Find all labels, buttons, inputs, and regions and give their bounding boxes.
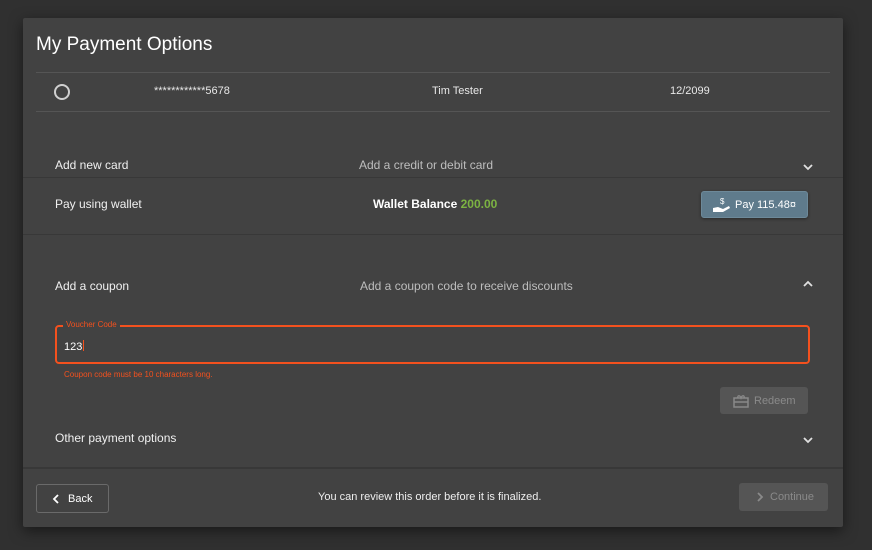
redeem-button[interactable]: Redeem	[720, 387, 808, 414]
card-holder: Tim Tester	[432, 85, 483, 97]
redeem-button-label: Redeem	[754, 394, 796, 407]
pay-with-wallet-button[interactable]: $ Pay 115.48¤	[701, 191, 808, 218]
coupon-label: Add a coupon	[55, 279, 130, 293]
add-new-card-description: Add a credit or debit card	[359, 158, 494, 172]
card-number: ************5678	[154, 85, 230, 97]
chevron-up-icon[interactable]	[801, 277, 815, 291]
coupon-description: Add a coupon code to receive discounts	[360, 279, 573, 293]
payment-options-dialog: My Payment Options ************5678 Tim …	[23, 18, 843, 527]
wallet-label: Pay using wallet	[55, 197, 142, 211]
wallet-balance-label: Wallet Balance	[373, 197, 458, 211]
back-button-label: Back	[68, 492, 93, 505]
add-new-card-panel[interactable]: Add new card Add a credit or debit card	[23, 112, 843, 178]
continue-button[interactable]: Continue	[739, 483, 828, 511]
chevron-down-icon[interactable]	[801, 160, 815, 174]
text-caret	[83, 340, 85, 351]
chevron-right-icon	[757, 492, 764, 502]
review-note: You can review this order before it is f…	[318, 491, 542, 503]
voucher-code-value: 123	[64, 341, 83, 353]
wallet-panel: Pay using wallet Wallet Balance 200.00 $…	[23, 178, 843, 235]
dialog-title: My Payment Options	[36, 34, 213, 55]
chevron-left-icon	[52, 493, 59, 504]
add-new-card-label: Add new card	[55, 158, 129, 172]
other-payment-label: Other payment options	[55, 431, 177, 445]
voucher-code-label: Voucher Code	[63, 320, 120, 329]
other-payment-options-panel[interactable]: Other payment options	[23, 413, 843, 468]
wallet-balance: Wallet Balance 200.00	[373, 197, 497, 211]
hand-dollar-icon: $	[713, 197, 730, 212]
continue-button-label: Continue	[770, 491, 815, 503]
voucher-code-field[interactable]: Voucher Code 123	[55, 320, 810, 364]
chevron-down-icon[interactable]	[801, 433, 815, 447]
wallet-balance-value: 200.00	[460, 197, 498, 211]
voucher-code-input[interactable]: 123	[64, 340, 764, 353]
svg-text:$: $	[720, 197, 725, 206]
pay-button-label: Pay 115.48¤	[735, 198, 796, 211]
dialog-footer: Back You can review this order before it…	[23, 468, 843, 527]
back-button[interactable]: Back	[36, 484, 109, 513]
card-expiry: 12/2099	[670, 85, 710, 97]
gift-card-icon	[733, 394, 749, 408]
voucher-error-message: Coupon code must be 10 characters long.	[64, 370, 213, 379]
saved-card-radio[interactable]	[54, 84, 70, 100]
saved-card-row[interactable]: ************5678 Tim Tester 12/2099	[36, 72, 830, 112]
